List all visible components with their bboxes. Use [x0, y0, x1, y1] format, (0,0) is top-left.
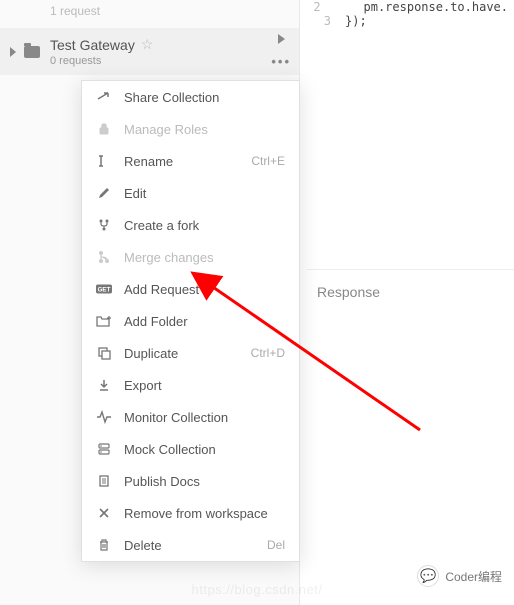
menu-label: Duplicate: [124, 346, 251, 361]
pencil-icon: [96, 185, 112, 201]
menu-monitor[interactable]: Monitor Collection: [82, 401, 299, 433]
menu-shortcut: Ctrl+D: [251, 346, 285, 360]
menu-manage-roles: Manage Roles: [82, 113, 299, 145]
caret-right-icon: [10, 47, 16, 57]
wechat-icon: 💬: [417, 565, 439, 587]
fork-icon: [96, 217, 112, 233]
code-line: 2 pm.response.to.have.: [313, 0, 508, 14]
collection-title: Test Gateway: [50, 37, 135, 53]
menu-merge: Merge changes: [82, 241, 299, 273]
menu-label: Publish Docs: [124, 474, 285, 489]
menu-fork[interactable]: Create a fork: [82, 209, 299, 241]
menu-label: Manage Roles: [124, 122, 285, 137]
menu-add-folder[interactable]: Add Folder: [82, 305, 299, 337]
watermark-text: Coder编程: [445, 568, 502, 585]
collection-subtitle: 0 requests: [50, 55, 289, 67]
download-icon: [96, 377, 112, 393]
menu-publish[interactable]: Publish Docs: [82, 465, 299, 497]
lock-icon: [96, 121, 112, 137]
prev-collection-sub: 1 request: [0, 0, 299, 28]
menu-label: Add Request: [124, 282, 285, 297]
menu-add-request[interactable]: GET Add Request: [82, 273, 299, 305]
menu-remove[interactable]: Remove from workspace: [82, 497, 299, 529]
menu-mock[interactable]: Mock Collection: [82, 433, 299, 465]
menu-label: Merge changes: [124, 250, 285, 265]
context-menu: Share Collection Manage Roles Rename Ctr…: [81, 80, 300, 562]
right-pane: 2 pm.response.to.have. 3}); Response: [307, 0, 514, 605]
menu-label: Add Folder: [124, 314, 285, 329]
duplicate-icon: [96, 345, 112, 361]
menu-rename[interactable]: Rename Ctrl+E: [82, 145, 299, 177]
menu-label: Rename: [124, 154, 251, 169]
code-line: 3});: [313, 14, 508, 28]
menu-delete[interactable]: Delete Del: [82, 529, 299, 561]
docs-icon: [96, 473, 112, 489]
merge-icon: [96, 249, 112, 265]
faint-url: https://blog.csdn.net/: [192, 582, 323, 597]
menu-share[interactable]: Share Collection: [82, 81, 299, 113]
server-icon: [96, 441, 112, 457]
activity-icon: [96, 409, 112, 425]
menu-label: Monitor Collection: [124, 410, 285, 425]
share-icon: [96, 89, 112, 105]
rename-icon: [96, 153, 112, 169]
menu-label: Create a fork: [124, 218, 285, 233]
response-section-header: Response: [307, 270, 514, 314]
trash-icon: [96, 537, 112, 553]
menu-export[interactable]: Export: [82, 369, 299, 401]
run-icon[interactable]: [278, 34, 285, 44]
menu-label: Edit: [124, 186, 285, 201]
menu-label: Delete: [124, 538, 267, 553]
menu-shortcut: Ctrl+E: [251, 154, 285, 168]
menu-label: Share Collection: [124, 90, 285, 105]
star-icon[interactable]: ☆: [141, 36, 154, 53]
menu-label: Mock Collection: [124, 442, 285, 457]
collection-row[interactable]: Test Gateway ☆ 0 requests •••: [0, 28, 299, 75]
menu-shortcut: Del: [267, 538, 285, 552]
menu-label: Export: [124, 378, 285, 393]
x-icon: [96, 505, 112, 521]
folder-icon: [24, 46, 40, 58]
svg-text:GET: GET: [98, 287, 111, 294]
menu-duplicate[interactable]: Duplicate Ctrl+D: [82, 337, 299, 369]
menu-edit[interactable]: Edit: [82, 177, 299, 209]
folder-plus-icon: [96, 313, 112, 329]
more-options-icon[interactable]: •••: [271, 54, 291, 69]
watermark: 💬 Coder编程: [417, 565, 502, 587]
collection-info: Test Gateway ☆ 0 requests: [50, 36, 289, 67]
menu-label: Remove from workspace: [124, 506, 285, 521]
get-badge-icon: GET: [96, 281, 112, 297]
code-editor[interactable]: 2 pm.response.to.have. 3});: [307, 0, 514, 270]
